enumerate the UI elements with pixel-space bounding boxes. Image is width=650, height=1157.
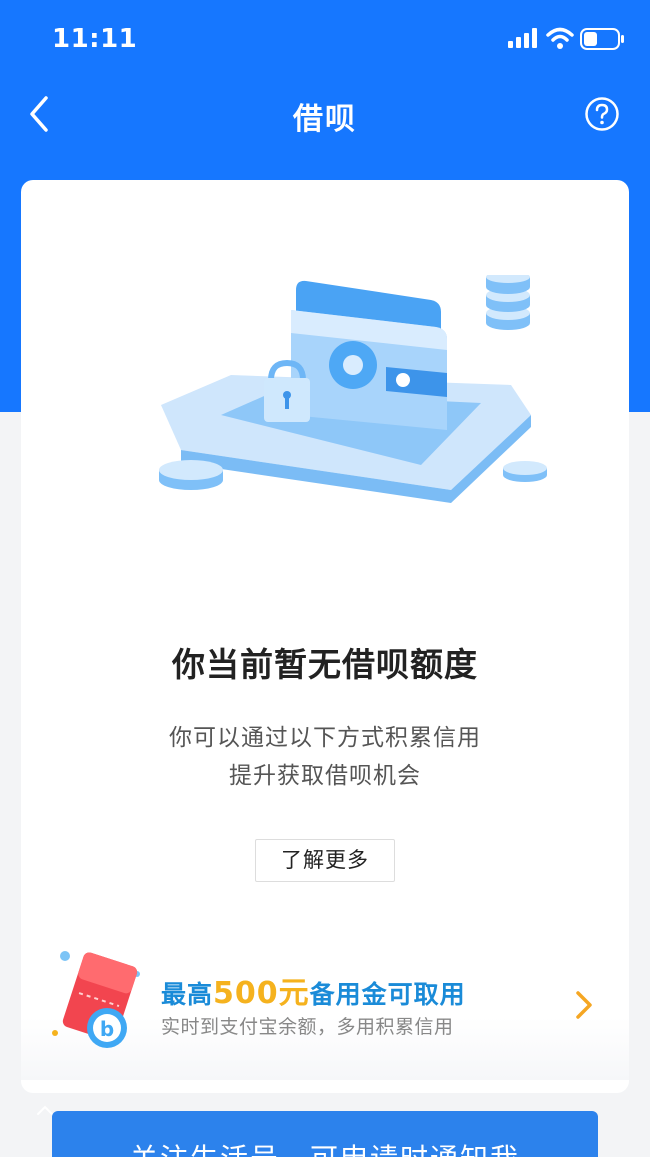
svg-text:b: b	[100, 1017, 114, 1041]
promo-subtitle: 实时到支付宝余额，多用积累信用	[161, 1016, 454, 1038]
promo-amount: 500元	[213, 976, 310, 1011]
red-ticket-b-icon: b	[52, 951, 140, 1048]
promo-title: 最高500元备用金可取用	[161, 968, 466, 1012]
status-bar: 11:11	[0, 0, 650, 80]
status-icons	[494, 27, 624, 54]
question-circle-icon[interactable]	[584, 96, 620, 132]
wallet-lock-illustration	[159, 275, 547, 503]
signal-icon	[508, 28, 537, 48]
battery-icon	[580, 28, 624, 50]
page-title: 借呗	[293, 102, 357, 137]
promo-title-prefix: 最高	[161, 980, 214, 1009]
learn-more-button[interactable]: 了解更多	[255, 839, 395, 882]
description-line-1: 你可以通过以下方式积累信用	[169, 725, 481, 751]
wifi-icon	[546, 27, 574, 49]
no-credit-headline: 你当前暂无借呗额度	[172, 645, 478, 684]
promo-title-suffix: 备用金可取用	[309, 980, 466, 1009]
content-card: 你当前暂无借呗额度 你可以通过以下方式积累信用 提升获取借呗机会 了解更多 b …	[21, 180, 629, 1093]
chevron-right-icon	[576, 991, 592, 1019]
description-line-2: 提升获取借呗机会	[229, 763, 421, 789]
status-time: 11:11	[52, 24, 138, 54]
nav-bar: 借呗	[0, 80, 650, 150]
promo-banner[interactable]: b 最高500元备用金可取用 实时到支付宝余额，多用积累信用	[21, 940, 629, 1080]
follow-life-account-button[interactable]: 关注生活号，可申请时通知我	[52, 1111, 598, 1157]
